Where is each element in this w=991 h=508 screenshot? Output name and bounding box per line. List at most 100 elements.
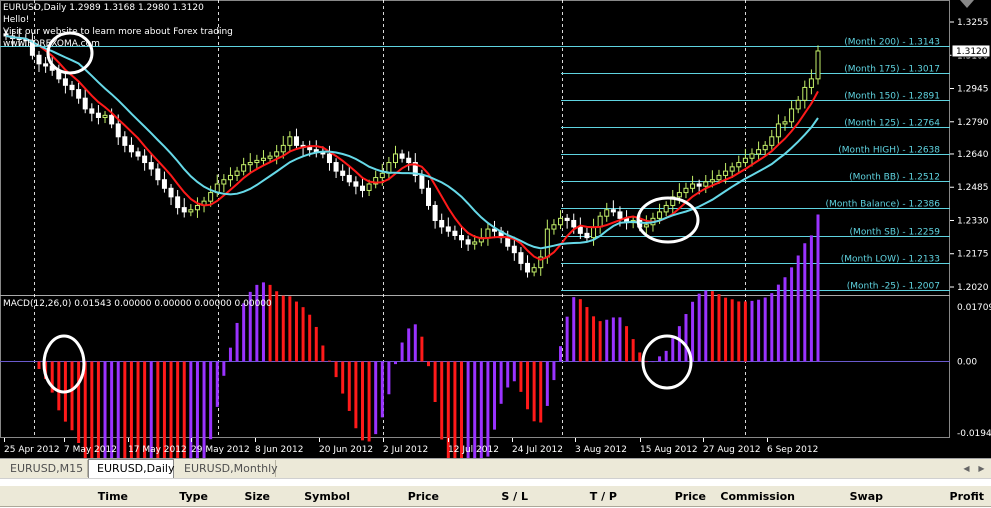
candle-body [426,187,432,206]
column-profit[interactable]: Profit [920,490,984,503]
column-stop-loss[interactable]: S / L [470,490,528,503]
tab-eurusd-monthly[interactable]: EURUSD,Monthly [176,460,278,477]
candle-body [789,108,795,123]
current-price-label: 1.3120 [956,47,988,57]
level-label: (Month Balance) - 1.2386 [826,200,941,210]
time-axis-label: 12 Jul 2012 [448,445,499,455]
candle-body [234,170,240,176]
candle-body [465,239,471,245]
candle-body [769,136,775,146]
candle-body [359,185,365,191]
column-swap[interactable]: Swap [820,490,883,503]
comment-line-1: Hello! [3,15,30,25]
candle-body [247,162,253,166]
candle-body [326,153,332,164]
terminal-panel: Time Type Size Symbol Price S / L T / P … [0,478,991,508]
candle-body [690,183,696,189]
candle-body [340,170,346,176]
candle-body [709,179,715,183]
candle-body [756,149,762,155]
candle-body [221,179,227,185]
candle-body [558,217,564,226]
candle-body [808,78,814,88]
candle-body [782,121,788,125]
candle-body [109,114,115,125]
tab-scroll-left-icon[interactable]: ◀ [960,462,973,475]
price-chart[interactable]: (Month 200) - 1.3143 (Month 175) - 1.3017… [0,0,991,458]
price-scale-label: 1.2020 [957,283,989,293]
chart-tab-bar: EURUSD,M15 EURUSD,Daily EURUSD,Monthly ◀… [0,458,991,478]
candle-body [267,155,273,159]
candle-body [293,136,299,146]
candle-body [525,262,531,273]
candle-body [115,123,121,138]
tab-scroll-right-icon[interactable]: ▶ [975,462,988,475]
candle-body [511,245,517,254]
tab-eurusd-daily[interactable]: EURUSD,Daily [88,459,174,478]
candle-body [775,123,781,138]
tab-eurusd-m15[interactable]: EURUSD,M15 [2,460,88,477]
candle-body [723,170,729,176]
candle-body [227,174,233,181]
candle-body [703,181,709,187]
candle-body [485,228,491,239]
candle-body [445,226,451,232]
candle-body [181,207,187,213]
level-label: (Month HIGH) - 1.2638 [838,146,940,156]
candle-body [188,209,194,213]
level-label: (Month 175) - 1.3017 [844,65,940,75]
column-take-profit[interactable]: T / P [560,490,617,503]
candle-body [346,174,352,183]
time-axis-label: 7 May 2012 [64,445,117,455]
column-time[interactable]: Time [60,490,128,503]
candle-body [564,217,570,221]
candle-body [742,157,748,164]
column-price[interactable]: Price [370,490,439,503]
candle-body [333,162,339,172]
candle-body [610,209,616,213]
candle-body [366,183,372,191]
column-size[interactable]: Size [210,490,270,503]
candle-body [802,86,808,101]
candle-body [168,187,174,198]
column-commission[interactable]: Commission [715,490,795,503]
time-axis-label: 25 Apr 2012 [4,445,60,455]
chart-canvas[interactable]: (Month 200) - 1.3143 (Month 175) - 1.3017… [0,0,991,458]
candle-body [762,144,768,151]
macd-scale-label: -0.01944 [957,429,991,439]
price-scale-label: 1.2790 [957,118,989,128]
column-symbol[interactable]: Symbol [280,490,350,503]
candle-body [122,136,128,146]
candle-body [795,99,801,110]
candle-body [175,196,181,209]
candle-body [82,97,88,110]
candle-body [155,168,161,181]
time-axis-label: 24 Jul 2012 [512,445,563,455]
level-label: (Month 125) - 1.2764 [844,119,940,129]
candle-body [307,147,313,151]
price-scale-label: 1.2485 [957,183,989,193]
candle-body [439,219,445,228]
candle-body [749,153,755,159]
time-axis-label: 27 Aug 2012 [703,445,761,455]
candle-body [241,164,247,172]
candle-body [208,192,214,202]
macd-label: MACD(12,26,0) 0.01543 0.00000 0.00000 0.… [3,299,272,309]
candle-body [379,172,385,179]
candle-body [36,54,42,65]
candle-body [459,235,465,241]
candle-body [280,144,286,153]
level-label: (Month -25) - 1.2007 [847,282,940,292]
candle-body [353,181,359,187]
candle-body [472,241,478,245]
column-close-price[interactable]: Price [640,490,706,503]
column-type[interactable]: Type [140,490,208,503]
level-label: (Month 150) - 1.2891 [844,92,940,102]
candle-body [815,50,821,80]
candle-body [194,204,200,211]
candle-body [551,224,557,230]
chart-shift-icon [960,0,974,8]
candle-body [419,174,425,189]
candle-body [142,155,148,164]
candle-body [260,157,266,161]
